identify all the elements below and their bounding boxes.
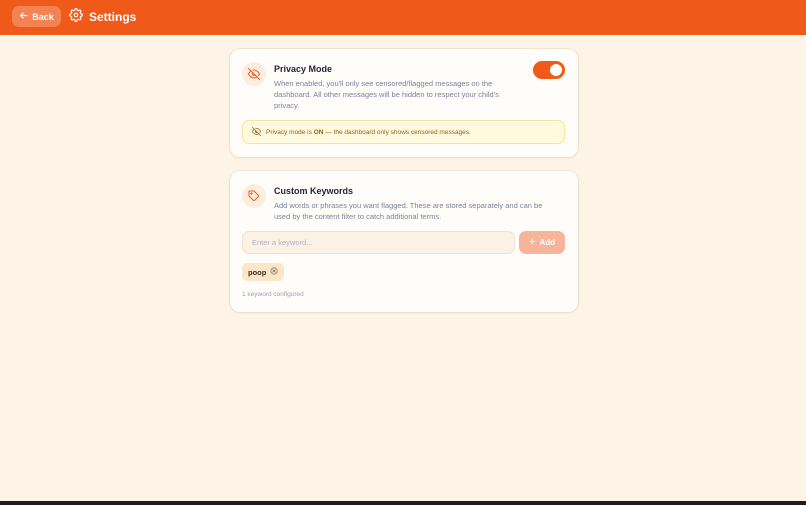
back-button[interactable]: Back — [12, 6, 61, 27]
eye-off-icon — [242, 62, 266, 86]
back-button-label: Back — [32, 11, 54, 22]
page-title: Settings — [89, 10, 137, 24]
tag-icon — [242, 184, 266, 208]
keyword-count: 1 keyword configured — [242, 291, 304, 298]
privacy-mode-card: Privacy Mode When enabled, you'll only s… — [230, 49, 578, 157]
keyword-input[interactable] — [242, 231, 515, 254]
custom-keywords-card: Custom Keywords Add words or phrases you… — [230, 171, 578, 312]
toggle-knob — [550, 64, 562, 76]
custom-keywords-description: Add words or phrases you want flagged. T… — [274, 201, 543, 221]
privacy-mode-title: Privacy Mode — [274, 64, 333, 74]
add-button-label: Add — [539, 238, 555, 247]
keyword-chip-label: poop — [248, 267, 267, 277]
bottom-edge — [0, 501, 806, 505]
keyword-chip: poop — [242, 263, 285, 281]
privacy-status-notice: Privacy mode is ON — the dashboard only … — [242, 120, 565, 144]
arrow-left-icon — [19, 11, 28, 22]
page-header: Settings — [69, 7, 137, 27]
custom-keywords-title: Custom Keywords — [274, 186, 354, 196]
eye-off-icon — [252, 126, 261, 138]
plus-icon: + — [529, 236, 536, 248]
privacy-mode-description: When enabled, you'll only see censored/f… — [274, 79, 499, 110]
remove-keyword-icon[interactable] — [270, 267, 278, 277]
add-keyword-button[interactable]: + Add — [519, 231, 565, 254]
top-bar: Back Settings — [0, 0, 806, 35]
privacy-mode-toggle[interactable] — [533, 61, 565, 79]
notice-text: Privacy mode is ON — the dashboard only … — [266, 128, 471, 136]
gear-icon — [69, 7, 83, 27]
